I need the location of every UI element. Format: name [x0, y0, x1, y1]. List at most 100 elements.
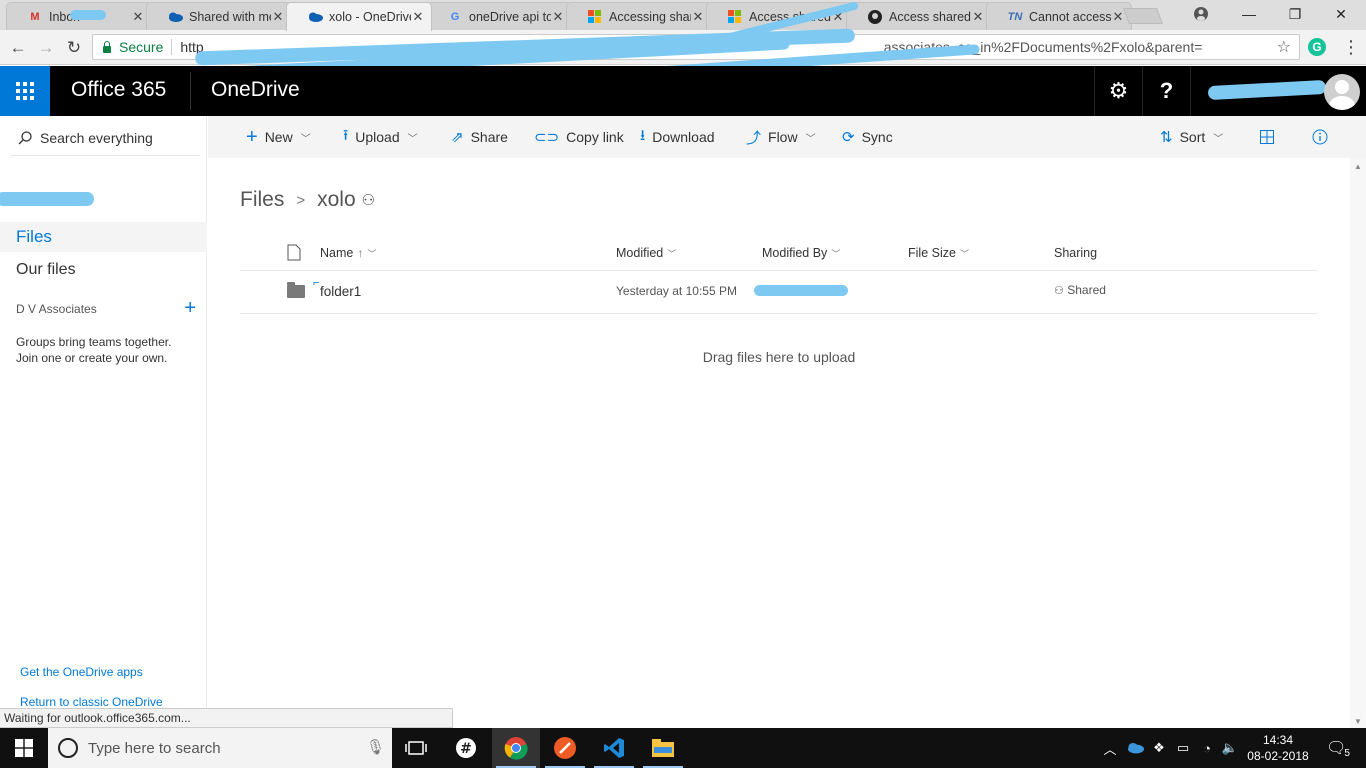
window-close-button[interactable]: ✕ — [1318, 0, 1364, 28]
clock-time: 14:34 — [1262, 733, 1294, 747]
vertical-scrollbar[interactable]: ▲ ▼ — [1350, 158, 1366, 728]
tab-cannot-access[interactable]: TN Cannot access ✕ — [986, 2, 1132, 30]
chrome-icon[interactable] — [492, 728, 540, 768]
column-header-file-size[interactable]: File Size ﹀ — [908, 246, 969, 260]
profile-icon[interactable] — [1178, 0, 1224, 28]
close-icon[interactable]: ✕ — [271, 9, 285, 25]
tab-title: oneDrive api to — [469, 9, 551, 24]
chevron-down-icon: ﹀ — [407, 133, 418, 145]
tab-title: Shared with me — [189, 9, 271, 24]
help-icon[interactable]: ? — [1142, 66, 1190, 116]
settings-gear-icon[interactable]: ⚙ — [1094, 66, 1142, 116]
browser-tab-strip: M Inbox ✕ Shared with me ✕ xolo - OneDri… — [0, 0, 1366, 31]
tab-shared-with-me[interactable]: Shared with me ✕ — [146, 2, 292, 30]
taskbar-search[interactable]: Type here to search 🎙 — [48, 728, 392, 768]
close-icon[interactable]: ✕ — [691, 9, 705, 25]
add-group-icon[interactable]: + — [184, 298, 196, 318]
command-bar: + New ﹀ ⭱ Upload ﹀ ⇗ Share ⊂⊃ Copy link ⭳ … — [208, 116, 1366, 158]
secure-label: Secure — [119, 39, 164, 55]
flow-button[interactable]: ⤴ Flow ﹀ — [746, 116, 816, 158]
column-header-modified[interactable]: Modified ﹀ — [616, 246, 676, 260]
new-button[interactable]: + New ﹀ — [246, 116, 311, 158]
vscode-icon[interactable] — [590, 728, 638, 768]
tab-title: Access shared — [889, 9, 971, 24]
redaction-mark — [0, 192, 94, 206]
download-button[interactable]: ⭳ Download — [640, 116, 715, 158]
onedrive-icon — [167, 9, 183, 25]
app-launcher-button[interactable] — [0, 66, 50, 116]
reload-icon[interactable]: ↻ — [62, 36, 86, 60]
column-header-name[interactable]: Name ↑ ﹀ — [320, 246, 376, 260]
waffle-icon — [16, 82, 34, 100]
nav-item-our-files[interactable]: Our files — [16, 261, 76, 279]
close-icon[interactable]: ✕ — [551, 9, 565, 25]
sort-button[interactable]: ⇅ Sort ﹀ — [1160, 116, 1223, 158]
onedrive-link[interactable]: OneDrive — [211, 78, 300, 102]
onedrive-tray-icon[interactable] — [1124, 728, 1146, 768]
file-name-link[interactable]: folder1 — [320, 284, 361, 299]
battery-icon[interactable]: ▭ — [1172, 728, 1194, 768]
microphone-icon[interactable]: 🎙 — [366, 738, 385, 756]
groups-description: Groups bring teams together. Join one or… — [16, 335, 172, 365]
nav-item-files[interactable]: Files — [0, 222, 207, 252]
wifi-icon[interactable]: ◔ — [1196, 728, 1218, 768]
group-name[interactable]: D V Associates — [16, 302, 97, 316]
tab-access-shared-github[interactable]: Access shared ✕ — [846, 2, 992, 30]
view-options-icon[interactable] — [1260, 116, 1274, 158]
share-button[interactable]: ⇗ Share — [451, 116, 508, 158]
tab-title: Cannot access — [1029, 9, 1111, 24]
breadcrumb-current: xolo — [317, 188, 356, 211]
restore-button[interactable]: ❐ — [1272, 0, 1318, 28]
chevron-down-icon: ﹀ — [805, 133, 816, 145]
taskbar-clock[interactable]: 14:34 08-02-2018 — [1246, 732, 1310, 764]
breadcrumb-files[interactable]: Files — [240, 188, 284, 212]
forward-icon[interactable]: → — [34, 36, 58, 60]
github-icon — [867, 9, 883, 25]
minimize-button[interactable]: — — [1226, 0, 1272, 28]
close-icon[interactable]: ✕ — [131, 9, 145, 25]
tab-accessing-shared[interactable]: Accessing shar ✕ — [566, 2, 712, 30]
office-365-link[interactable]: Office 365 — [71, 78, 166, 102]
modified-date: Yesterday at 10:55 PM — [616, 284, 737, 298]
volume-icon[interactable]: 🔈 — [1218, 728, 1242, 768]
plus-icon: + — [246, 125, 258, 148]
upload-button[interactable]: ⭱ Upload ﹀ — [343, 116, 418, 158]
star-icon[interactable]: ☆ — [1277, 37, 1291, 57]
link-icon: ⊂⊃ — [534, 129, 560, 146]
sync-button[interactable]: ⟳ Sync — [842, 116, 893, 158]
taskbar-search-input[interactable]: Type here to search — [88, 740, 221, 757]
new-tab-button[interactable] — [1123, 8, 1163, 24]
tab-xolo-onedrive[interactable]: xolo - OneDrive ✕ — [286, 2, 432, 31]
svg-text:#: # — [460, 741, 472, 757]
scroll-down-icon: ▼ — [1354, 717, 1362, 726]
copy-link-button[interactable]: ⊂⊃ Copy link — [534, 116, 624, 158]
avatar[interactable] — [1324, 74, 1360, 110]
return-classic-link[interactable]: Return to classic OneDrive — [20, 695, 163, 709]
start-button[interactable] — [0, 728, 48, 768]
divider — [240, 270, 1318, 271]
file-type-header-icon[interactable] — [287, 244, 301, 261]
chevron-down-icon: ﹀ — [300, 133, 311, 145]
dropbox-icon[interactable]: ❖ — [1148, 728, 1170, 768]
clock-date: 08-02-2018 — [1247, 749, 1309, 763]
file-explorer-icon[interactable] — [639, 728, 687, 768]
chevron-up-icon[interactable]: ︿ — [1100, 728, 1120, 768]
info-icon[interactable] — [1312, 116, 1328, 158]
postman-icon[interactable] — [541, 728, 589, 768]
close-icon[interactable]: ✕ — [411, 9, 425, 25]
grammarly-icon[interactable]: G — [1308, 38, 1326, 56]
close-icon[interactable]: ✕ — [1111, 9, 1125, 25]
search-box[interactable]: Search everything — [10, 120, 200, 156]
group-header: D V Associates + — [16, 298, 196, 318]
search-input[interactable]: Search everything — [40, 130, 153, 146]
action-center-icon[interactable]: 🗨 5 — [1318, 728, 1358, 768]
back-icon[interactable]: ← — [6, 36, 30, 60]
menu-icon[interactable]: ⋮ — [1342, 36, 1360, 58]
slack-icon[interactable]: # — [442, 728, 490, 768]
column-header-modified-by[interactable]: Modified By ﹀ — [762, 246, 840, 260]
column-header-sharing: Sharing — [1054, 246, 1098, 260]
tab-onedrive-api[interactable]: G oneDrive api to ✕ — [426, 2, 572, 30]
task-view-icon[interactable] — [392, 728, 440, 768]
close-icon[interactable]: ✕ — [971, 9, 985, 25]
get-onedrive-apps-link[interactable]: Get the OneDrive apps — [20, 665, 143, 679]
